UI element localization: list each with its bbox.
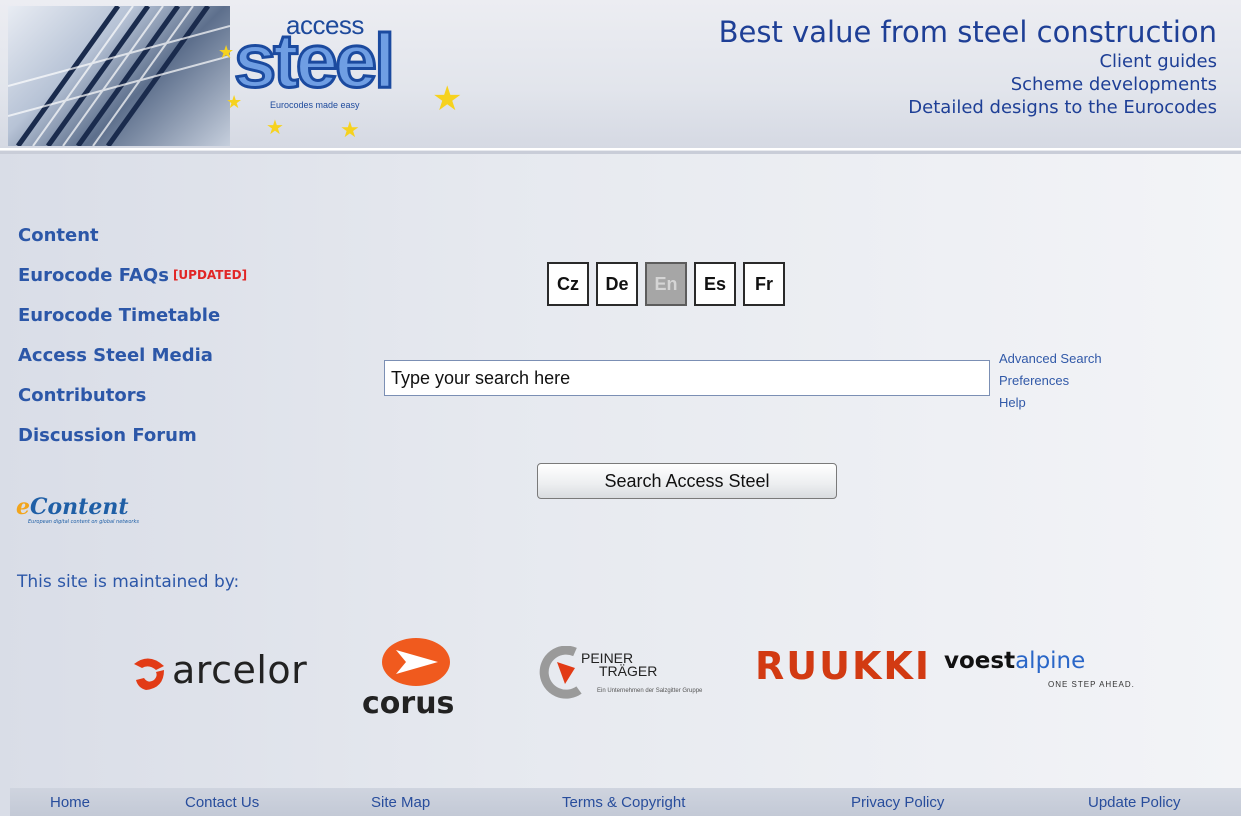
star-icon: ★: [218, 42, 235, 63]
corus-logo[interactable]: corus: [360, 636, 480, 722]
header-line-client-guides: Client guides: [1099, 51, 1217, 72]
header-title: Best value from steel construction: [718, 15, 1217, 49]
peiner-wordmark-line2: TRÄGER: [599, 663, 658, 679]
footer-link-site-map[interactable]: Site Map: [371, 794, 430, 811]
peiner-mark-icon: [539, 646, 582, 699]
star-icon: ★: [340, 118, 360, 143]
language-button-es[interactable]: Es: [694, 262, 736, 306]
language-button-de[interactable]: De: [596, 262, 638, 306]
econtent-logo-initial: e: [16, 494, 30, 520]
voestalpine-logo[interactable]: voestalpine ONE STEP AHEAD.: [944, 648, 1164, 698]
nav-item-label: Discussion Forum: [18, 425, 197, 446]
footer-link-home[interactable]: Home: [50, 794, 90, 811]
left-nav: Content Eurocode FAQs [UPDATED] Eurocode …: [18, 222, 247, 462]
help-link[interactable]: Help: [999, 392, 1102, 414]
footer-link-update-policy[interactable]: Update Policy: [1088, 794, 1181, 811]
nav-item-discussion-forum[interactable]: Discussion Forum: [18, 422, 247, 462]
voestalpine-tagline: ONE STEP AHEAD.: [1048, 680, 1135, 689]
language-button-cz[interactable]: Cz: [547, 262, 589, 306]
nav-item-label: Access Steel Media: [18, 345, 213, 366]
econtent-subtitle: European digital content on global netwo…: [28, 519, 139, 525]
advanced-search-link[interactable]: Advanced Search: [999, 348, 1102, 370]
star-icon: ★: [266, 115, 284, 139]
econtent-logo-text: Content: [30, 494, 129, 520]
star-icon: ★: [432, 79, 463, 119]
econtent-logo-word: eContent: [16, 494, 129, 520]
logo-tagline: Eurocodes made easy: [270, 100, 360, 110]
econtent-logo[interactable]: eContent European digital content on glo…: [16, 494, 206, 534]
nav-item-contributors[interactable]: Contributors: [18, 382, 247, 422]
nav-item-label: Content: [18, 225, 99, 246]
nav-item-label: Eurocode Timetable: [18, 305, 221, 326]
preferences-link[interactable]: Preferences: [999, 370, 1102, 392]
nav-item-label: Eurocode FAQs: [18, 265, 169, 286]
voestalpine-wordmark-light: alpine: [1015, 648, 1086, 674]
footer-link-privacy-policy[interactable]: Privacy Policy: [851, 794, 944, 811]
access-steel-logo[interactable]: access steel Eurocodes made easy ★ ★ ★ ★…: [218, 10, 477, 145]
arcelor-logo[interactable]: arcelor: [130, 648, 340, 698]
arcelor-wordmark: arcelor: [172, 648, 308, 692]
updated-badge: [UPDATED]: [172, 268, 248, 282]
site-header: access steel Eurocodes made easy ★ ★ ★ ★…: [0, 0, 1241, 148]
search-input[interactable]: [384, 360, 990, 396]
header-line-detailed-designs: Detailed designs to the Eurocodes: [908, 97, 1217, 118]
ruukki-logo[interactable]: RUUKKI: [755, 644, 929, 694]
nav-item-label: Contributors: [18, 385, 147, 406]
voestalpine-wordmark-bold: voest: [944, 648, 1016, 674]
search-button[interactable]: Search Access Steel: [537, 463, 837, 499]
voestalpine-wordmark: voestalpine: [944, 648, 1085, 674]
language-button-en[interactable]: En: [645, 262, 687, 306]
footer-link-terms-copyright[interactable]: Terms & Copyright: [562, 794, 685, 811]
maintained-by-text: This site is maintained by:: [17, 572, 240, 592]
header-building-photo: [8, 6, 230, 146]
header-line-scheme-developments: Scheme developments: [1010, 74, 1217, 95]
arcelor-mark-icon: [134, 658, 164, 690]
language-button-fr[interactable]: Fr: [743, 262, 785, 306]
nav-item-eurocode-timetable[interactable]: Eurocode Timetable: [18, 302, 247, 342]
corus-wordmark: corus: [362, 686, 455, 721]
footer-bar: Home Contact Us Site Map Terms & Copyrig…: [10, 788, 1241, 816]
search-options: Advanced Search Preferences Help: [999, 348, 1102, 414]
nav-item-content[interactable]: Content: [18, 222, 247, 262]
header-tagline-block: Best value from steel construction Clien…: [719, 14, 1217, 119]
nav-item-access-steel-media[interactable]: Access Steel Media: [18, 342, 247, 382]
nav-item-eurocode-faqs[interactable]: Eurocode FAQs [UPDATED]: [18, 262, 247, 302]
language-selector: Cz De En Es Fr: [547, 262, 785, 306]
header-divider: [0, 148, 1241, 154]
star-icon: ★: [226, 92, 243, 113]
footer-link-contact-us[interactable]: Contact Us: [185, 794, 259, 811]
corus-mark-icon: [382, 638, 450, 686]
peiner-traeger-logo[interactable]: PEINER TRÄGER Ein Unternehmen der Salzgi…: [535, 646, 755, 706]
logo-steel-text: steel: [232, 19, 396, 104]
peiner-subtitle: Ein Unternehmen der Salzgitter Gruppe: [597, 688, 703, 694]
